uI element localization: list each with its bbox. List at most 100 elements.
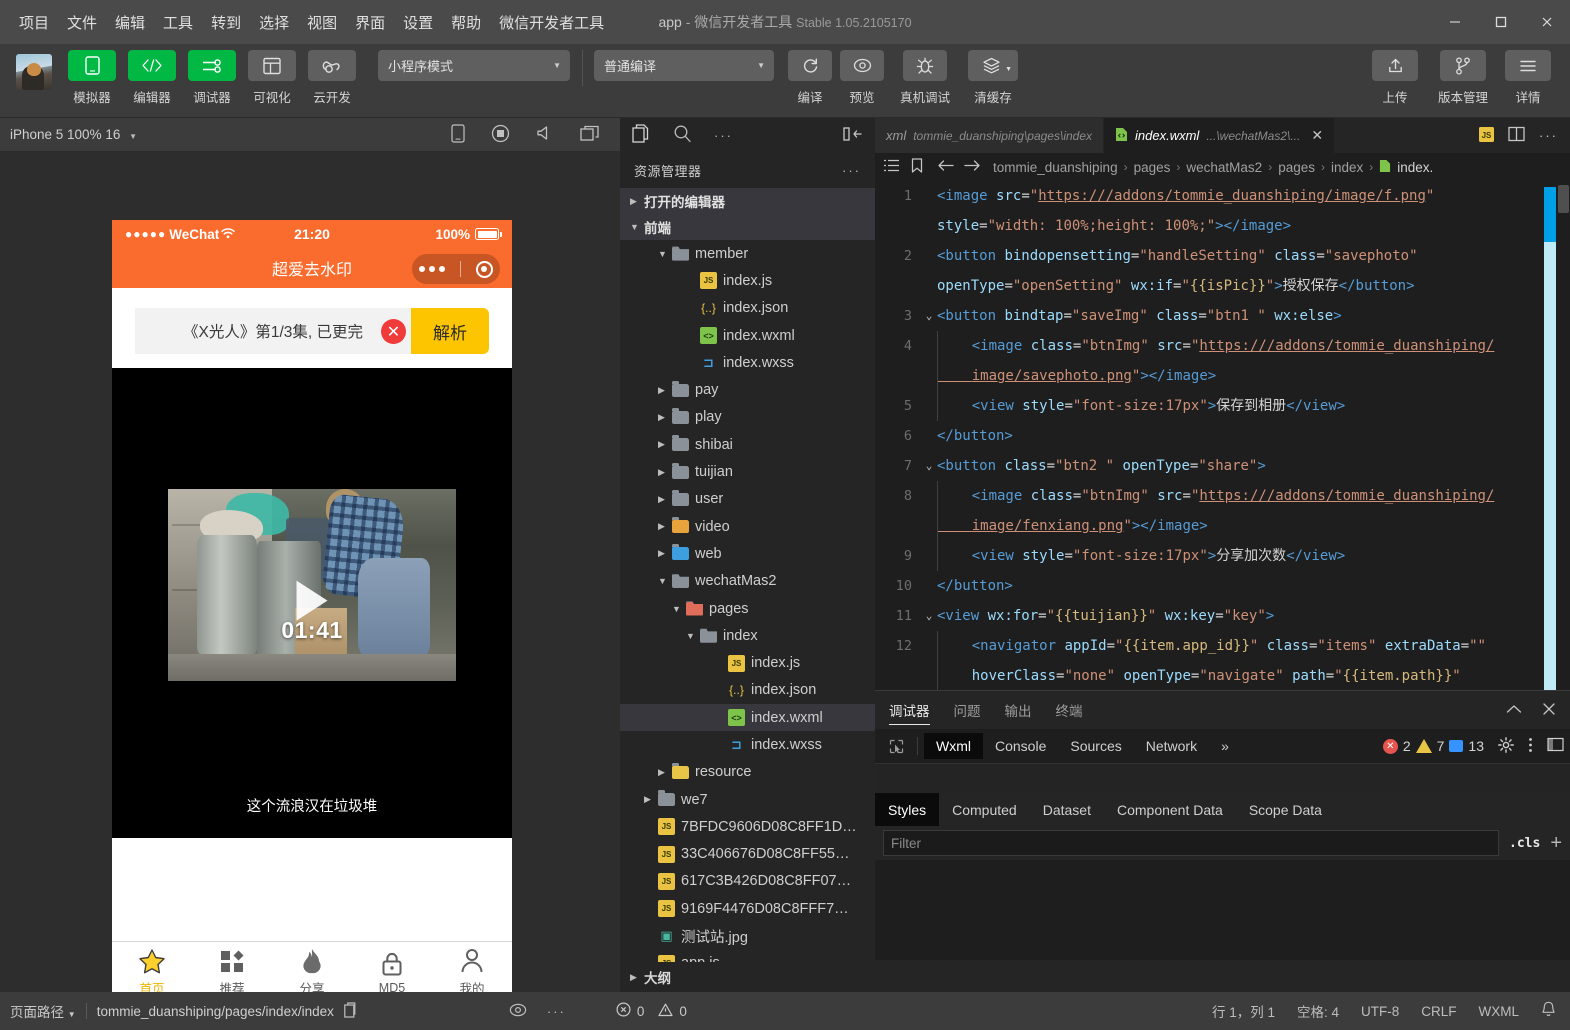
language-indicator[interactable]: WXML <box>1479 1004 1520 1019</box>
devtools-tab-network[interactable]: Network <box>1134 733 1209 759</box>
inspect-element-icon[interactable] <box>881 733 911 759</box>
tree-file[interactable]: JSindex.js <box>620 649 875 676</box>
toolbar-clearcache[interactable]: ▼ 清缓存 <box>962 50 1024 106</box>
bookmark-icon[interactable] <box>911 158 923 176</box>
tree-folder[interactable]: ▼wechatMas2 <box>620 568 875 595</box>
user-avatar[interactable] <box>16 54 52 90</box>
tree-file[interactable]: <>index.wxml <box>620 704 875 731</box>
tree-file[interactable]: ⊐index.wxss <box>620 731 875 758</box>
tab-mine[interactable]: 我的 <box>432 948 512 997</box>
menu-item-devtools[interactable]: 微信开发者工具 <box>490 8 613 37</box>
tree-folder[interactable]: ▼member <box>620 240 875 267</box>
compile-select[interactable]: 普通编译 ▼ <box>594 50 774 81</box>
phone-rotate-icon[interactable] <box>451 124 465 146</box>
clear-icon[interactable]: ✕ <box>381 319 406 344</box>
volume-icon[interactable] <box>536 125 554 144</box>
menu-item-project[interactable]: 项目 <box>10 8 58 37</box>
device-selector[interactable]: iPhone 5 100% 16 ▼ <box>10 127 137 142</box>
add-style-rule-button[interactable]: + <box>1550 833 1562 853</box>
video-player[interactable]: 01:41 这个流浪汉在垃圾堆 <box>112 368 512 838</box>
file-tree[interactable]: ▼memberJSindex.js{..}index.json<>index.w… <box>620 240 875 966</box>
eol-indicator[interactable]: CRLF <box>1421 1004 1456 1019</box>
js-icon[interactable]: JS <box>1479 127 1494 145</box>
tree-folder[interactable]: ▼index <box>620 622 875 649</box>
more-icon[interactable]: ··· <box>714 128 733 143</box>
line-col-indicator[interactable]: 行 1，列 1 <box>1212 1001 1275 1021</box>
toolbar-upload[interactable]: 上传 <box>1364 50 1426 106</box>
tree-folder[interactable]: ▼pages <box>620 595 875 622</box>
toolbar-simulator[interactable]: 模拟器 <box>62 50 122 106</box>
menu-item-edit[interactable]: 编辑 <box>106 8 154 37</box>
tree-folder[interactable]: ▶user <box>620 486 875 513</box>
problems-indicator[interactable]: 0 0 <box>616 1002 687 1020</box>
kebab-icon[interactable] <box>419 266 445 272</box>
tree-file[interactable]: ▣测试站.jpg <box>620 922 875 949</box>
tree-folder[interactable]: ▶web <box>620 540 875 567</box>
panel-tab-problems[interactable]: 问题 <box>954 691 981 729</box>
mode-select[interactable]: 小程序模式 ▼ <box>378 50 570 81</box>
editor-minimap[interactable] <box>1544 181 1556 705</box>
play-icon[interactable] <box>297 581 328 621</box>
devtools-tab-wxml[interactable]: Wxml <box>924 733 983 759</box>
devtools-tab-sources[interactable]: Sources <box>1058 733 1133 759</box>
toolbar-debugger[interactable]: 调试器 <box>182 50 242 106</box>
menu-icon[interactable] <box>1505 50 1551 81</box>
toolbar-version[interactable]: 版本管理 <box>1426 50 1500 106</box>
tab-recommend[interactable]: 推荐 <box>192 949 272 997</box>
explorer-more-icon[interactable]: ··· <box>842 163 861 178</box>
close-icon[interactable]: ✕ <box>1311 127 1323 144</box>
editor-tab-0[interactable]: xml tommie_duanshiping\pages\index <box>875 118 1104 153</box>
gear-icon[interactable] <box>1498 737 1514 756</box>
wxml-tree-area[interactable] <box>875 763 1570 793</box>
menu-item-view[interactable]: 视图 <box>298 8 346 37</box>
breadcrumb-item-5[interactable]: index. <box>1397 160 1433 175</box>
menu-item-goto[interactable]: 转到 <box>202 8 250 37</box>
close-icon[interactable] <box>1542 702 1556 719</box>
menu-item-help[interactable]: 帮助 <box>442 8 490 37</box>
breadcrumb-item-3[interactable]: pages <box>1278 160 1315 175</box>
collapse-panel-icon[interactable] <box>843 126 863 145</box>
copy-icon[interactable] <box>344 1002 359 1021</box>
minimize-button[interactable] <box>1432 0 1478 44</box>
search-input[interactable]: 《X光人》第1/3集, 已更完 <box>135 308 411 354</box>
indentation-indicator[interactable]: 空格: 4 <box>1297 1001 1339 1021</box>
outline-icon[interactable] <box>884 159 899 175</box>
toolbar-realdevice-debug[interactable]: 真机调试 <box>888 50 962 106</box>
bell-icon[interactable] <box>1541 1001 1556 1021</box>
tree-file[interactable]: <>index.wxml <box>620 322 875 349</box>
parse-button[interactable]: 解析 <box>411 308 489 354</box>
tree-folder[interactable]: ▶tuijian <box>620 458 875 485</box>
devtools-tab-console[interactable]: Console <box>983 733 1058 759</box>
fold-toggle-icon[interactable]: ⌄ <box>921 301 937 331</box>
panel-tab-debugger[interactable]: 调试器 <box>889 691 930 729</box>
tree-folder[interactable]: ▶video <box>620 513 875 540</box>
layout-icon[interactable] <box>248 50 296 81</box>
toolbar-editor[interactable]: 编辑器 <box>122 50 182 106</box>
branch-icon[interactable] <box>1440 50 1486 81</box>
style-tab-styles[interactable]: Styles <box>875 793 939 826</box>
search-icon[interactable] <box>673 124 692 146</box>
tree-folder[interactable]: ▶pay <box>620 376 875 403</box>
refresh-icon[interactable] <box>788 50 832 81</box>
editor-scrollbar[interactable] <box>1556 181 1570 705</box>
tree-file[interactable]: JS617C3B426D08C8FF07… <box>620 868 875 895</box>
toolbar-preview[interactable]: 预览 <box>836 50 888 106</box>
style-tab-component-data[interactable]: Component Data <box>1104 793 1236 826</box>
split-editor-icon[interactable] <box>1508 126 1525 145</box>
breadcrumb-item-1[interactable]: pages <box>1134 160 1171 175</box>
more-icon[interactable]: ··· <box>1539 128 1558 143</box>
tree-folder[interactable]: ▶resource <box>620 759 875 786</box>
forward-arrow-icon[interactable] <box>964 159 981 175</box>
tree-folder[interactable]: ▶we7 <box>620 786 875 813</box>
multi-window-icon[interactable] <box>580 125 600 145</box>
record-icon[interactable] <box>491 124 510 146</box>
phone-icon[interactable] <box>68 50 116 81</box>
style-tab-dataset[interactable]: Dataset <box>1030 793 1104 826</box>
toolbar-details[interactable]: 详情 <box>1500 50 1556 106</box>
eye-icon[interactable] <box>509 1003 527 1020</box>
layers-icon[interactable]: ▼ <box>968 50 1018 81</box>
sliders-icon[interactable] <box>188 50 236 81</box>
devtools-tab-overflow[interactable]: » <box>1209 733 1241 759</box>
tree-file[interactable]: {..}index.json <box>620 295 875 322</box>
tree-file[interactable]: {..}index.json <box>620 677 875 704</box>
